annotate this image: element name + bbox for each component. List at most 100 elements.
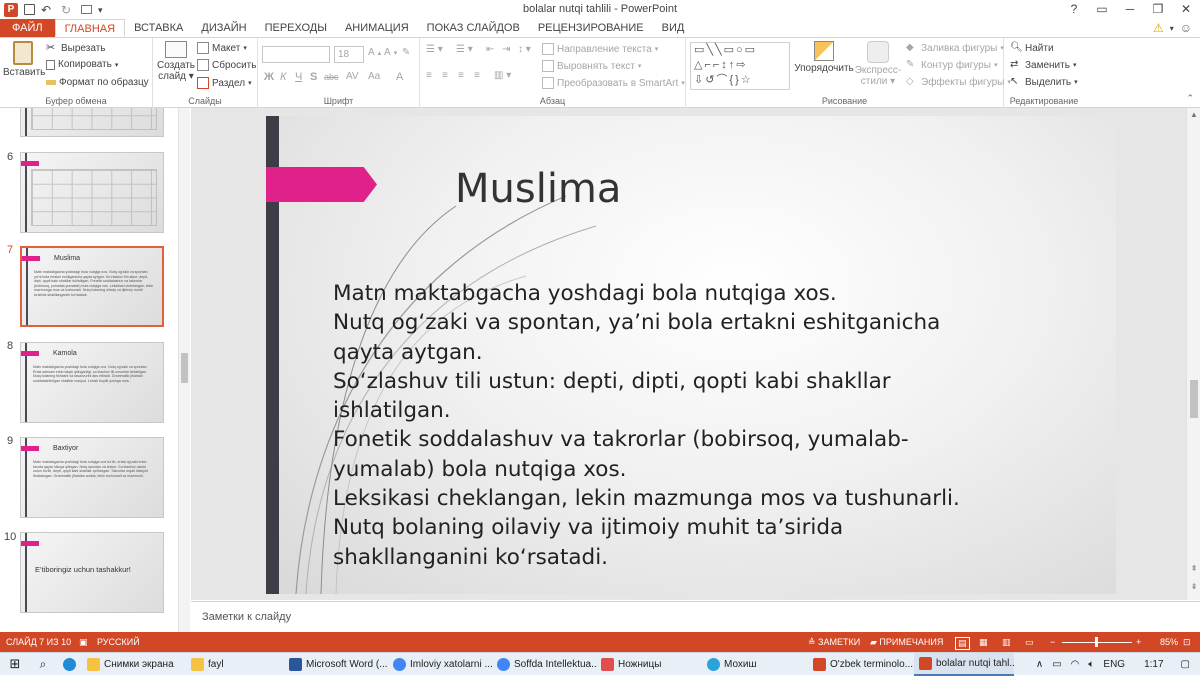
taskbar-item[interactable]: Ножницы (596, 653, 702, 676)
section-button[interactable]: Раздел ▾ (197, 77, 252, 89)
align-left-button[interactable]: ≡ (426, 70, 432, 81)
taskbar-item[interactable]: Снимки экрана (82, 653, 186, 676)
taskbar-item[interactable]: fayl (186, 653, 284, 676)
reset-button[interactable]: Сбросить (197, 59, 256, 71)
slide-editor[interactable]: Muslima Matn maktabgacha yoshdagi bola n… (266, 116, 1116, 594)
taskbar-item[interactable]: Microsoft Word (... (284, 653, 388, 676)
shapes-gallery[interactable]: ▭╲╲▭○▭ △⌐⌐↕↑⇨ ⇩↺⌒{}☆ (690, 42, 790, 90)
paste-button[interactable]: Вставить (3, 41, 45, 78)
minimize-button[interactable]: ─ (1116, 0, 1144, 19)
numbering-button[interactable]: ☰ ▾ (456, 44, 473, 55)
collapse-ribbon-button[interactable]: ⌃ (1186, 93, 1194, 104)
strikethrough-button[interactable]: abc (324, 72, 339, 82)
warning-icon[interactable]: ⚠ (1153, 21, 1164, 35)
character-spacing-button[interactable]: AV (346, 71, 359, 82)
italic-button[interactable]: К (280, 71, 286, 83)
slide-sorter-button[interactable]: ▦ (979, 637, 988, 648)
shrink-font-button[interactable]: A ▾ (384, 47, 397, 58)
tab-insert[interactable]: ВСТАВКА (125, 19, 192, 37)
zoom-in-button[interactable]: + (1136, 637, 1141, 647)
taskbar-item[interactable]: O'zbek terminolo... (808, 653, 914, 676)
edge-icon[interactable] (56, 653, 82, 676)
chevron-down-icon[interactable]: ▾ (1170, 24, 1174, 33)
replace-button[interactable]: ⇄ Заменить ▾ (1010, 59, 1076, 71)
help-button[interactable]: ? (1060, 0, 1088, 19)
restore-button[interactable]: ❐ (1144, 0, 1172, 19)
slide-thumbnail-6[interactable] (20, 152, 164, 233)
change-case-button[interactable]: Aa (368, 71, 380, 82)
tab-home[interactable]: ГЛАВНАЯ (54, 19, 126, 37)
underline-button[interactable]: Ч (295, 71, 302, 83)
arrange-button[interactable]: Упорядочить (794, 41, 854, 74)
zoom-level[interactable]: 85% (1160, 637, 1178, 647)
taskbar-item[interactable]: Мохиш (702, 653, 808, 676)
convert-smartart-button[interactable]: Преобразовать в SmartArt ▾ (542, 77, 685, 89)
font-name-combo[interactable] (262, 46, 330, 63)
tab-animations[interactable]: АНИМАЦИЯ (336, 19, 418, 37)
columns-button[interactable]: ▥ ▾ (494, 70, 511, 81)
line-spacing-button[interactable]: ↕ ▾ (518, 44, 531, 55)
notes-toggle-button[interactable]: ≙ ЗАМЕТКИ (808, 637, 860, 648)
zoom-slider-handle[interactable] (1095, 637, 1098, 647)
slide-body-text[interactable]: Matn maktabgacha yoshdagi bola nutqiga x… (333, 279, 1103, 572)
tab-design[interactable]: ДИЗАЙН (192, 19, 255, 37)
comments-toggle-button[interactable]: ▰ ПРИМЕЧАНИЯ (870, 637, 943, 648)
battery-icon[interactable]: ▭ (1052, 659, 1061, 670)
font-color-button[interactable]: A (396, 71, 403, 83)
slide-thumbnail-9[interactable]: Baxtiyor Matn maktabgacha yoshdagi bola … (20, 437, 164, 518)
font-size-combo[interactable]: 18 (334, 46, 364, 63)
tab-transitions[interactable]: ПЕРЕХОДЫ (256, 19, 336, 37)
clear-formatting-button[interactable]: ✎ (402, 47, 410, 58)
layout-button[interactable]: Макет ▾ (197, 42, 247, 54)
thumbnails-scrollbar[interactable] (178, 108, 190, 632)
zoom-out-button[interactable]: − (1050, 637, 1055, 647)
reading-view-button[interactable]: ▥ (1002, 637, 1011, 648)
justify-button[interactable]: ≡ (474, 70, 480, 81)
shape-fill-button[interactable]: ◆ Заливка фигуры ▾ (906, 42, 1004, 54)
select-button[interactable]: ↖ Выделить ▾ (1010, 76, 1078, 88)
bold-button[interactable]: Ж (264, 71, 274, 83)
align-text-button[interactable]: Выровнять текст ▾ (542, 60, 641, 72)
slide-thumbnail-5[interactable] (20, 108, 164, 137)
new-slide-button[interactable]: Создать слайд ▾ (155, 41, 197, 82)
slide-scrollbar[interactable]: ▲ ⇞ ⇟ (1186, 108, 1200, 600)
scroll-thumb[interactable] (181, 353, 188, 383)
notes-pane[interactable]: Заметки к слайду (191, 601, 1200, 632)
normal-view-button[interactable]: ▤ (955, 637, 970, 650)
scroll-thumb[interactable] (1190, 380, 1198, 418)
slideshow-view-button[interactable]: ▭ (1025, 637, 1034, 648)
align-center-button[interactable]: ≡ (442, 70, 448, 81)
spellcheck-icon[interactable]: ▣ (79, 637, 88, 648)
slide-title[interactable]: Muslima (455, 166, 621, 212)
next-slide-button[interactable]: ⇟ (1187, 582, 1200, 591)
tab-view[interactable]: ВИД (653, 19, 694, 37)
align-right-button[interactable]: ≡ (458, 70, 464, 81)
format-painter-button[interactable]: Формат по образцу (46, 77, 149, 88)
smiley-feedback-icon[interactable]: ☺ (1180, 21, 1192, 35)
search-icon[interactable]: ⌕ (30, 653, 56, 676)
prev-slide-button[interactable]: ⇞ (1187, 564, 1200, 573)
shape-outline-button[interactable]: ✎ Контур фигуры ▾ (906, 59, 997, 71)
text-direction-button[interactable]: Направление текста ▾ (542, 43, 658, 55)
language-indicator[interactable]: РУССКИЙ (97, 637, 140, 647)
shape-effects-button[interactable]: ◇ Эффекты фигуры ▾ (906, 76, 1011, 88)
input-language[interactable]: ENG (1103, 659, 1125, 670)
slide-thumbnail-10[interactable]: E’tiboringiz uchun tashakkur! (20, 532, 164, 613)
find-button[interactable]: 🔍︎ Найти (1010, 42, 1054, 54)
shadow-button[interactable]: S (310, 71, 317, 83)
volume-icon[interactable]: 🔈︎ (1088, 659, 1094, 670)
tab-file[interactable]: ФАЙЛ (0, 19, 55, 37)
start-button[interactable]: ⊞ (0, 653, 30, 676)
bullets-button[interactable]: ☰ ▾ (426, 44, 443, 55)
chevron-up-icon[interactable]: ∧ (1036, 659, 1043, 670)
close-button[interactable]: ✕ (1172, 0, 1200, 19)
taskbar-item[interactable]: Soffda Intellektua... (492, 653, 596, 676)
grow-font-button[interactable]: A ▴ (368, 47, 381, 58)
slide-thumbnail-7[interactable]: Muslima Matn maktabgacha yoshdagi bola n… (20, 246, 164, 327)
decrease-indent-button[interactable]: ⇤ (486, 44, 494, 55)
quick-styles-button[interactable]: Экспресс- стили ▾ (852, 41, 904, 87)
ribbon-display-options-button[interactable]: ▭ (1088, 0, 1116, 19)
clock[interactable]: 1:17 (1144, 659, 1163, 670)
fit-slide-button[interactable]: ⊡ (1183, 637, 1191, 648)
increase-indent-button[interactable]: ⇥ (502, 44, 510, 55)
